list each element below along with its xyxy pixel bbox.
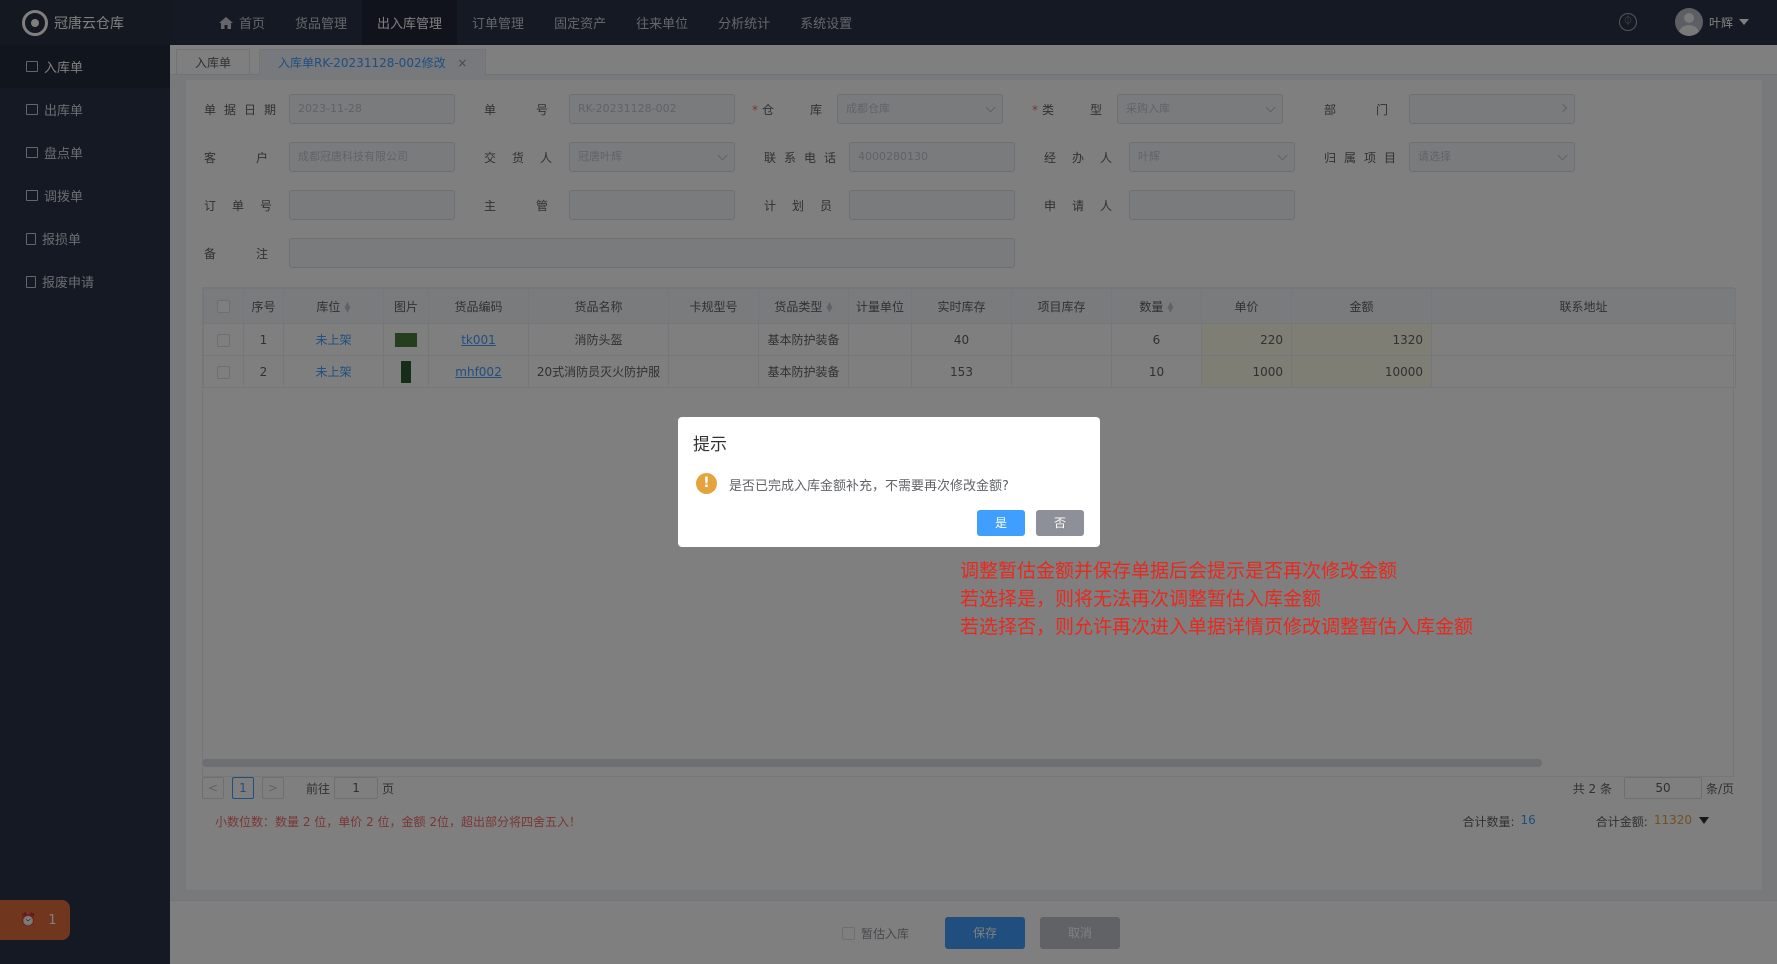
confirm-no-button[interactable]: 否 bbox=[1036, 510, 1084, 536]
dialog-message: 是否已完成入库金额补充，不需要再次修改金额? bbox=[729, 479, 1009, 494]
confirm-yes-button[interactable]: 是 bbox=[977, 510, 1025, 536]
dialog-title: 提示 bbox=[693, 435, 727, 455]
annotation-line: 若选择否，则允许再次进入单据详情页修改调整暂估入库金额 bbox=[960, 616, 1474, 638]
annotation: 调整暂估金额并保存单据后会提示是否再次修改金额 若选择是，则将无法再次调整暂估入… bbox=[960, 557, 1473, 641]
confirm-dialog: 提示 ! 是否已完成入库金额补充，不需要再次修改金额? 是 否 bbox=[678, 417, 1100, 547]
warning-icon: ! bbox=[696, 473, 717, 494]
annotation-line: 若选择是，则将无法再次调整暂估入库金额 bbox=[960, 588, 1322, 610]
annotation-line: 调整暂估金额并保存单据后会提示是否再次修改金额 bbox=[960, 560, 1398, 582]
